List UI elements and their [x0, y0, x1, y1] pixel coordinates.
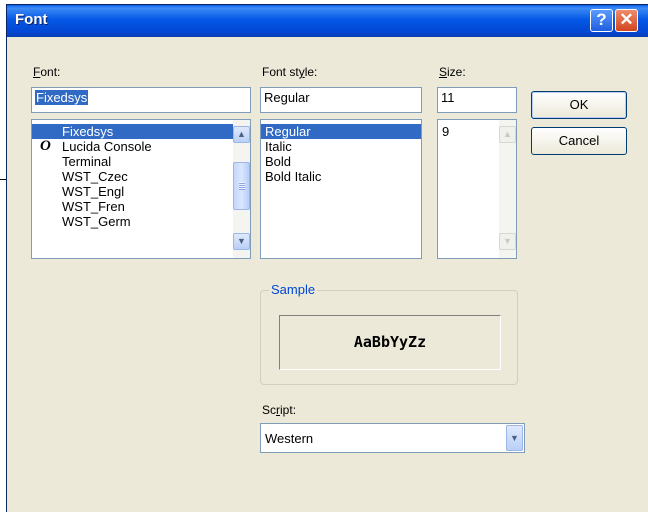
- size-list-items: 9: [438, 124, 499, 139]
- size-scroll-up-button[interactable]: ▲: [499, 126, 516, 143]
- chevron-up-icon: ▲: [503, 129, 512, 139]
- style-item-bold-italic[interactable]: Bold Italic: [261, 169, 421, 184]
- font-item-lucida-console[interactable]: O Lucida Console: [32, 138, 233, 155]
- font-style-list[interactable]: Regular Italic Bold Bold Italic: [260, 119, 422, 259]
- style-item-italic[interactable]: Italic: [261, 139, 421, 154]
- chevron-down-icon: ▼: [237, 236, 246, 246]
- title-bar[interactable]: Font ? ✕: [7, 5, 648, 37]
- chevron-up-icon: ▲: [237, 129, 246, 139]
- help-icon: ?: [596, 10, 607, 29]
- font-item-wst-germ[interactable]: WST_Germ: [32, 214, 233, 229]
- sample-text: AaBbYyZz: [279, 315, 501, 370]
- scroll-thumb[interactable]: [233, 162, 250, 210]
- help-button[interactable]: ?: [590, 9, 613, 32]
- font-item-fixedsys[interactable]: Fixedsys: [32, 124, 233, 139]
- sample-label: Sample: [269, 282, 318, 297]
- truetype-font-icon: O: [40, 138, 51, 154]
- font-name-value: Fixedsys: [35, 90, 89, 105]
- font-item-wst-engl[interactable]: WST_Engl: [32, 184, 233, 199]
- dialog-title: Font: [15, 11, 48, 28]
- chevron-down-icon: ▼: [503, 236, 512, 246]
- size-list[interactable]: 9 ▲ ▼: [437, 119, 517, 259]
- font-style-label: Font style:: [262, 65, 318, 79]
- font-style-input[interactable]: Regular: [260, 87, 422, 113]
- script-select[interactable]: Western ▼: [260, 423, 525, 453]
- size-input[interactable]: 11: [437, 87, 517, 113]
- script-value: Western: [265, 431, 314, 446]
- font-list-items: Fixedsys O Lucida Console Terminal WST_Cz…: [32, 124, 233, 229]
- size-item-9[interactable]: 9: [438, 124, 499, 139]
- style-item-regular[interactable]: Regular: [261, 124, 421, 139]
- font-style-list-items: Regular Italic Bold Bold Italic: [261, 124, 421, 184]
- font-item-wst-czec[interactable]: WST_Czec: [32, 169, 233, 184]
- script-dropdown-button[interactable]: ▼: [506, 425, 523, 451]
- size-list-scrollbar[interactable]: ▲ ▼: [499, 120, 516, 258]
- size-label: Size:: [439, 65, 466, 79]
- style-item-bold[interactable]: Bold: [261, 154, 421, 169]
- size-value: 11: [441, 90, 455, 105]
- font-style-value: Regular: [264, 90, 310, 105]
- sample-group: Sample AaBbYyZz: [260, 282, 518, 385]
- font-list[interactable]: Fixedsys O Lucida Console Terminal WST_Cz…: [31, 119, 251, 259]
- font-list-scrollbar[interactable]: ▲ ▼: [233, 120, 250, 258]
- script-label: Script:: [262, 403, 297, 417]
- font-dialog: Font ? ✕ Font: Fixedsys Fixedsys O Lucida…: [6, 4, 648, 512]
- scroll-up-button[interactable]: ▲: [233, 126, 250, 143]
- font-label: Font:: [33, 65, 61, 79]
- ok-button[interactable]: OK: [531, 91, 627, 119]
- close-icon: ✕: [619, 10, 634, 29]
- font-item-terminal[interactable]: Terminal: [32, 154, 233, 169]
- size-scroll-down-button[interactable]: ▼: [499, 233, 516, 250]
- font-item-wst-fren[interactable]: WST_Fren: [32, 199, 233, 214]
- font-name-input[interactable]: Fixedsys: [31, 87, 251, 113]
- cancel-button[interactable]: Cancel: [531, 127, 627, 155]
- scroll-down-button[interactable]: ▼: [233, 233, 250, 250]
- grip-icon: [239, 182, 245, 190]
- chevron-down-icon: ▼: [510, 433, 519, 443]
- close-button[interactable]: ✕: [615, 9, 638, 32]
